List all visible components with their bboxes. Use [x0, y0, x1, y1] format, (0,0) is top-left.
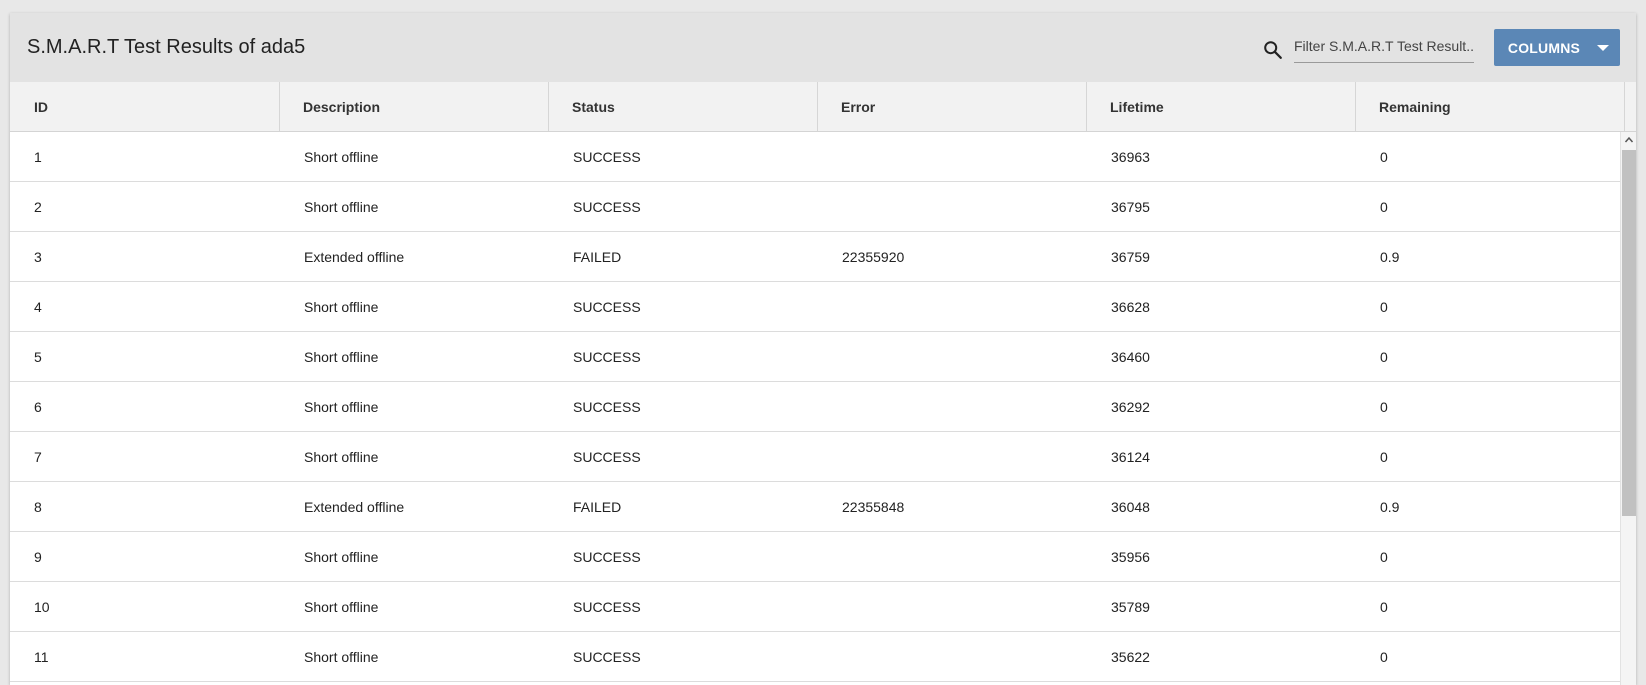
- cell-status: SUCCESS: [573, 648, 641, 665]
- table-row[interactable]: 11 Short offline SUCCESS 35622 0: [10, 632, 1625, 682]
- cell-error: [818, 382, 1087, 431]
- cell-status: SUCCESS: [573, 348, 641, 365]
- table-row[interactable]: 2 Short offline SUCCESS 36795 0: [10, 182, 1625, 232]
- table-body: 1 Short offline SUCCESS 36963 0 2 Short offlin…: [10, 132, 1636, 685]
- cell-lifetime: 36048: [1111, 498, 1150, 515]
- cell-id: 9: [34, 548, 42, 565]
- cell-lifetime: 35622: [1111, 648, 1150, 665]
- cell-id: 11: [34, 648, 49, 665]
- cell-remaining: 0: [1380, 648, 1388, 665]
- column-header-lifetime[interactable]: Lifetime: [1087, 82, 1356, 131]
- cell-error: [818, 582, 1087, 631]
- cell-description: Short offline: [304, 298, 379, 315]
- search-icon: [1262, 39, 1284, 61]
- cell-status: SUCCESS: [573, 198, 641, 215]
- cell-description: Short offline: [304, 198, 379, 215]
- cell-lifetime: 35956: [1111, 548, 1150, 565]
- cell-remaining: 0: [1380, 198, 1388, 215]
- column-header-error[interactable]: Error: [818, 82, 1087, 131]
- column-header-id[interactable]: ID: [10, 82, 280, 131]
- cell-description: Extended offline: [304, 248, 405, 265]
- cell-lifetime: 36460: [1111, 348, 1150, 365]
- table-row[interactable]: 3 Extended offline FAILED 22355920 36759 0.9: [10, 232, 1625, 282]
- smart-results-card: S.M.A.R.T Test Results of ada5 COLUMNS I…: [10, 13, 1636, 685]
- cell-error: 22355848: [842, 498, 905, 515]
- cell-lifetime: 36628: [1111, 298, 1150, 315]
- card-header: S.M.A.R.T Test Results of ada5 COLUMNS: [10, 13, 1636, 82]
- cell-id: 6: [34, 398, 42, 415]
- cell-lifetime: 35789: [1111, 598, 1150, 615]
- cell-remaining: 0: [1380, 598, 1388, 615]
- cell-status: SUCCESS: [573, 398, 641, 415]
- cell-lifetime: 36795: [1111, 198, 1150, 215]
- page-title: S.M.A.R.T Test Results of ada5: [27, 36, 306, 58]
- cell-status: SUCCESS: [573, 548, 641, 565]
- cell-status: SUCCESS: [573, 298, 641, 315]
- scrollbar-thumb[interactable]: [1622, 150, 1636, 516]
- table-row[interactable]: 6 Short offline SUCCESS 36292 0: [10, 382, 1625, 432]
- table-row[interactable]: 8 Extended offline FAILED 22355848 36048 0.9: [10, 482, 1625, 532]
- cell-remaining: 0: [1380, 548, 1388, 565]
- scroll-up-icon[interactable]: [1621, 132, 1636, 148]
- cell-description: Short offline: [304, 148, 379, 165]
- cell-description: Short offline: [304, 448, 379, 465]
- cell-id: 7: [34, 448, 42, 465]
- cell-remaining: 0.9: [1380, 248, 1400, 265]
- chevron-down-icon: [1586, 44, 1620, 51]
- table-row[interactable]: 5 Short offline SUCCESS 36460 0: [10, 332, 1625, 382]
- cell-id: 4: [34, 298, 42, 315]
- cell-description: Short offline: [304, 598, 379, 615]
- cell-status: SUCCESS: [573, 148, 641, 165]
- cell-error: [818, 332, 1087, 381]
- cell-error: [818, 632, 1087, 681]
- cell-remaining: 0: [1380, 398, 1388, 415]
- cell-error: [818, 532, 1087, 581]
- filter-field: [1294, 32, 1474, 63]
- cell-status: SUCCESS: [573, 598, 641, 615]
- cell-id: 8: [34, 498, 42, 515]
- column-header-description[interactable]: Description: [280, 82, 549, 131]
- filter-input[interactable]: [1294, 38, 1474, 54]
- cell-description: Short offline: [304, 348, 379, 365]
- cell-error: [818, 432, 1087, 481]
- cell-remaining: 0: [1380, 148, 1388, 165]
- cell-lifetime: 36292: [1111, 398, 1150, 415]
- table-header: ID Description Status Error Lifetime Rem…: [10, 82, 1636, 132]
- columns-button[interactable]: COLUMNS: [1494, 29, 1620, 66]
- table-row[interactable]: 9 Short offline SUCCESS 35956 0: [10, 532, 1625, 582]
- cell-remaining: 0: [1380, 448, 1388, 465]
- cell-id: 1: [34, 148, 42, 165]
- cell-description: Short offline: [304, 548, 379, 565]
- table-row[interactable]: 10 Short offline SUCCESS 35789 0: [10, 582, 1625, 632]
- column-header-remaining[interactable]: Remaining: [1356, 82, 1625, 131]
- cell-description: Short offline: [304, 648, 379, 665]
- cell-status: FAILED: [573, 498, 622, 515]
- cell-lifetime: 36759: [1111, 248, 1150, 265]
- table-row[interactable]: 7 Short offline SUCCESS 36124 0: [10, 432, 1625, 482]
- vertical-scrollbar[interactable]: [1620, 132, 1636, 685]
- cell-id: 2: [34, 198, 42, 215]
- cell-id: 10: [34, 598, 50, 615]
- cell-error: [818, 182, 1087, 231]
- cell-id: 3: [34, 248, 42, 265]
- cell-description: Extended offline: [304, 498, 405, 515]
- cell-status: SUCCESS: [573, 448, 641, 465]
- column-header-status[interactable]: Status: [549, 82, 818, 131]
- cell-remaining: 0: [1380, 348, 1388, 365]
- cell-error: 22355920: [842, 248, 905, 265]
- columns-button-label: COLUMNS: [1507, 39, 1581, 56]
- cell-error: [818, 132, 1087, 181]
- cell-status: FAILED: [573, 248, 622, 265]
- cell-lifetime: 36124: [1111, 448, 1150, 465]
- table-row[interactable]: 1 Short offline SUCCESS 36963 0: [10, 132, 1625, 182]
- table-row[interactable]: 4 Short offline SUCCESS 36628 0: [10, 282, 1625, 332]
- cell-lifetime: 36963: [1111, 148, 1150, 165]
- cell-error: [818, 282, 1087, 331]
- cell-remaining: 0: [1380, 298, 1388, 315]
- cell-id: 5: [34, 348, 42, 365]
- cell-description: Short offline: [304, 398, 379, 415]
- cell-remaining: 0.9: [1380, 498, 1400, 515]
